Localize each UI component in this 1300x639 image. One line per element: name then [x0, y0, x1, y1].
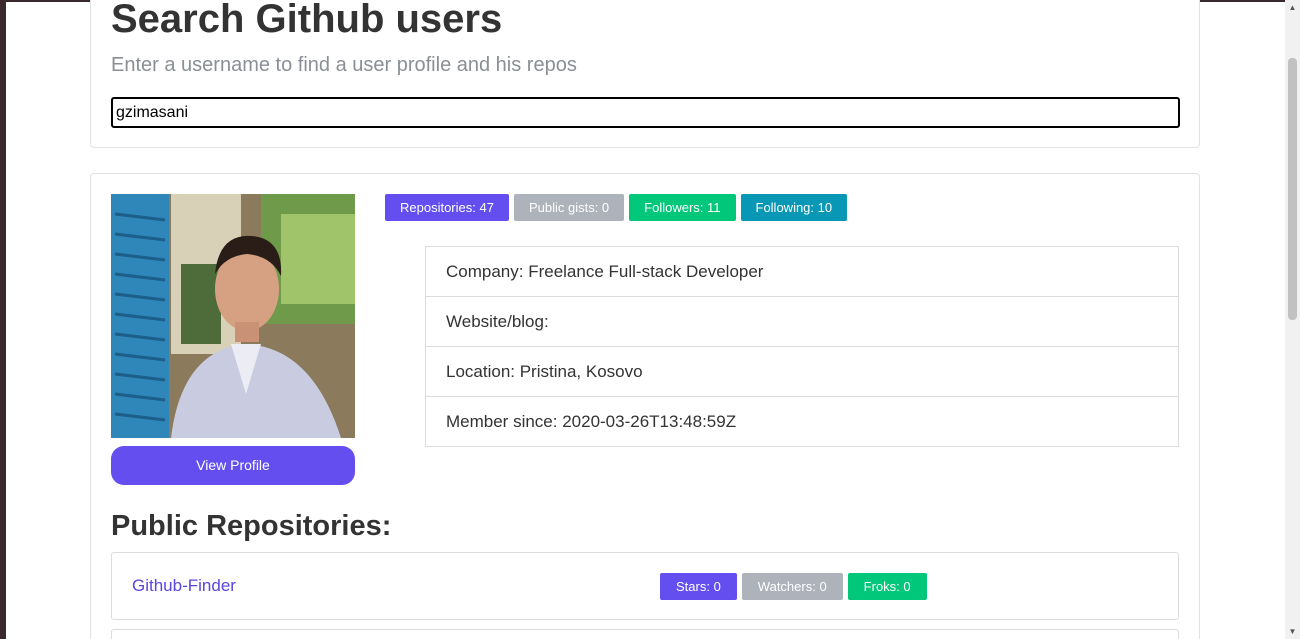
view-profile-button[interactable]: View Profile	[111, 446, 355, 485]
window-left-edge	[0, 0, 6, 639]
scroll-down-arrow-icon[interactable]: ▼	[1285, 624, 1300, 639]
vertical-scrollbar[interactable]: ▲ ▼	[1285, 0, 1300, 639]
avatar	[111, 194, 355, 438]
location-info: Location: Pristina, Kosovo	[426, 347, 1178, 397]
profile-card: View Profile Repositories: 47 Public gis…	[90, 173, 1200, 639]
repo-stats: Stars: 0 Watchers: 0 Froks: 0	[660, 573, 927, 600]
company-info: Company: Freelance Full-stack Developer	[426, 247, 1178, 297]
stars-badge: Stars: 0	[660, 573, 737, 600]
scroll-up-arrow-icon[interactable]: ▲	[1285, 0, 1300, 15]
profile-info-list: Company: Freelance Full-stack Developer …	[425, 246, 1179, 447]
repositories-badge: Repositories: 47	[385, 194, 509, 221]
repo-card	[111, 629, 1179, 639]
search-subtitle: Enter a username to find a user profile …	[111, 54, 577, 76]
followers-badge: Followers: 11	[629, 194, 736, 221]
following-badge: Following: 10	[740, 194, 848, 221]
scrollbar-thumb[interactable]	[1288, 58, 1297, 320]
search-input[interactable]	[111, 97, 1180, 128]
repo-card: Github-Finder Stars: 0 Watchers: 0 Froks…	[111, 552, 1179, 620]
repo-link[interactable]: Github-Finder	[132, 576, 236, 596]
forks-badge: Froks: 0	[847, 573, 927, 600]
page-title: Search Github users	[111, 0, 503, 41]
website-info: Website/blog:	[426, 297, 1178, 347]
search-card: Search Github users Enter a username to …	[90, 0, 1200, 148]
profile-stats: Repositories: 47 Public gists: 0 Followe…	[385, 194, 848, 221]
watchers-badge: Watchers: 0	[741, 573, 843, 600]
repos-heading: Public Repositories:	[111, 510, 392, 542]
member-since-info: Member since: 2020-03-26T13:48:59Z	[446, 412, 737, 431]
public-gists-badge: Public gists: 0	[513, 194, 625, 221]
